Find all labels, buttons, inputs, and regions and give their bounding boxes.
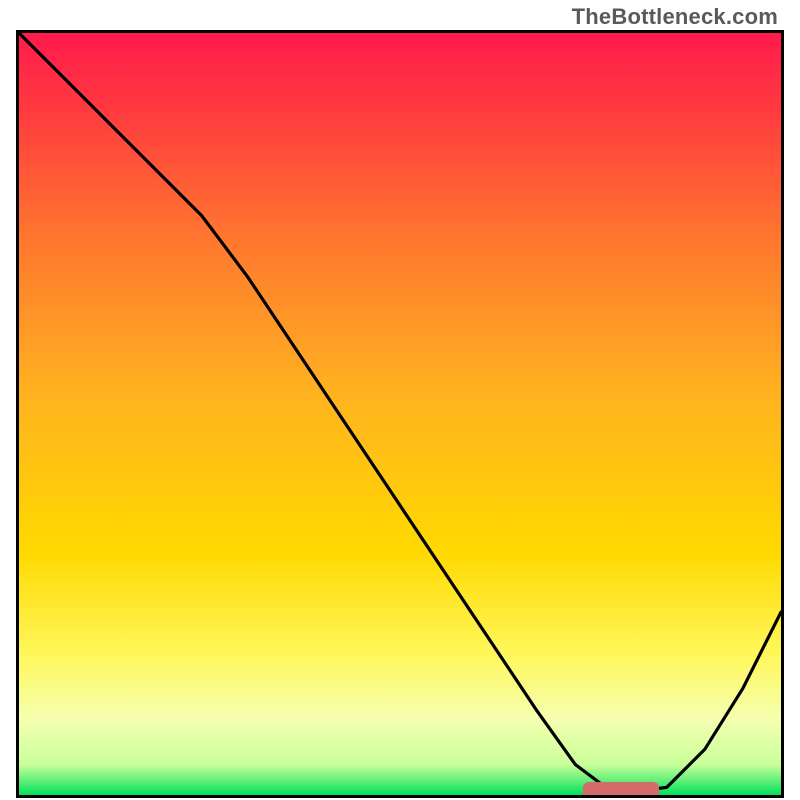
chart-marker	[583, 782, 659, 795]
chart-frame	[16, 30, 784, 798]
watermark-text: TheBottleneck.com	[572, 4, 778, 30]
chart-plot	[19, 33, 781, 795]
